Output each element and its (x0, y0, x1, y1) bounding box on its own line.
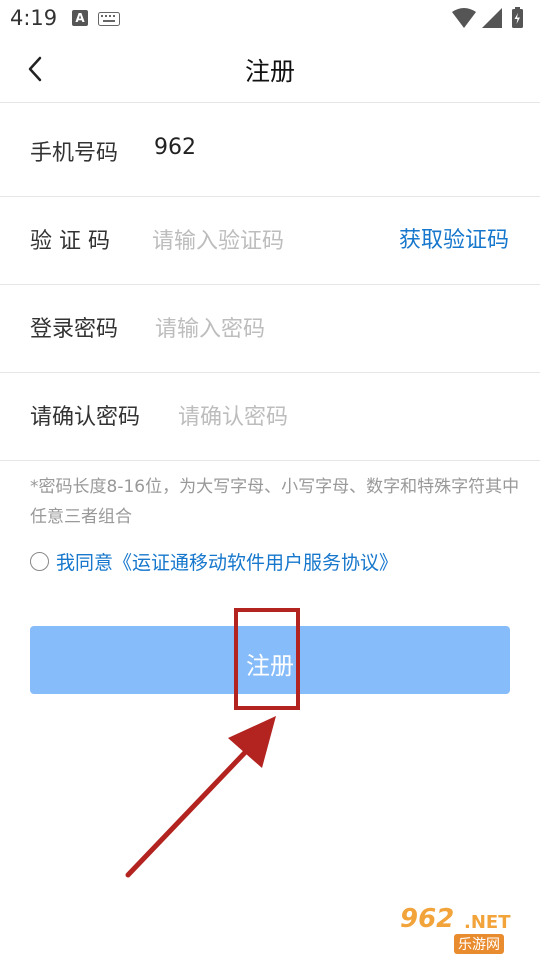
watermark-number: 962 (400, 904, 455, 934)
annotation-arrow (125, 716, 276, 878)
watermark-sub: 乐游网 (454, 934, 504, 954)
site-watermark: 962 .NET 乐游网 (400, 904, 532, 954)
watermark-domain: .NET (464, 912, 511, 933)
